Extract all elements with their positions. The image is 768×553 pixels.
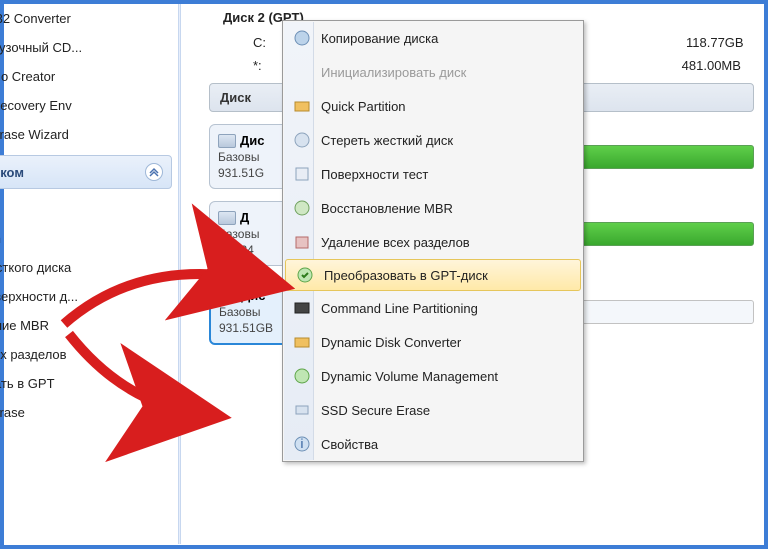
volume-letter: C: [253, 35, 266, 50]
sidebar-item[interactable]: o Go Creator [0, 62, 174, 91]
cm-properties[interactable]: iСвойства [283, 427, 583, 461]
cm-dynamic-disk-converter[interactable]: Dynamic Disk Converter [283, 325, 583, 359]
sidebar-item[interactable]: ка [0, 195, 174, 224]
dynamic-volume-icon [289, 363, 315, 389]
sidebar-section-title: иском [0, 165, 24, 180]
cm-erase-disk[interactable]: Стереть жесткий диск [283, 123, 583, 157]
disk-icon [219, 289, 237, 303]
sidebar-item[interactable]: AT32 Converter [0, 4, 174, 33]
cm-quick-partition[interactable]: Quick Partition [283, 89, 583, 123]
cm-command-line[interactable]: Command Line Partitioning [283, 291, 583, 325]
dynamic-disk-icon [289, 329, 315, 355]
sidebar-item[interactable]: поверхности д... [0, 282, 174, 311]
disk-name: Д [240, 210, 249, 225]
disk-name: Дис [240, 133, 264, 148]
cm-delete-all-partitions[interactable]: Удаление всех разделов [283, 225, 583, 259]
volume-size: 118.77GB [686, 35, 744, 50]
copy-disk-icon [289, 25, 315, 51]
sidebar-item[interactable]: агрузочный CD... [0, 33, 174, 62]
erase-disk-icon [289, 127, 315, 153]
cm-surface-test[interactable]: Поверхности тест [283, 157, 583, 191]
cli-icon [289, 295, 315, 321]
svg-text:i: i [301, 436, 304, 451]
cm-convert-to-gpt[interactable]: Преобразовать в GPT-диск [285, 259, 581, 291]
vertical-separator[interactable] [178, 4, 181, 544]
app-frame: AT32 Converter агрузочный CD... o Go Cre… [0, 0, 768, 549]
cm-copy-disk[interactable]: Копирование диска [283, 21, 583, 55]
collapse-icon[interactable] [145, 163, 163, 181]
sidebar-bottom-list: ка tion жесткого диска поверхности д... … [0, 195, 174, 427]
sidebar-item[interactable]: e Erase Wizard [0, 120, 174, 149]
sidebar-item[interactable]: ление MBR [0, 311, 174, 340]
convert-gpt-icon [292, 262, 318, 288]
sidebar-item[interactable]: o Recovery Env [0, 91, 174, 120]
ssd-erase-icon [289, 397, 315, 423]
sidebar-item[interactable]: жесткого диска [0, 253, 174, 282]
cm-restore-mbr[interactable]: Восстановление MBR [283, 191, 583, 225]
properties-icon: i [289, 431, 315, 457]
cm-ssd-erase[interactable]: SSD Secure Erase [283, 393, 583, 427]
sidebar: AT32 Converter агрузочный CD... o Go Cre… [0, 4, 174, 544]
cm-init-disk: Инициализировать диск [283, 55, 583, 89]
sidebar-item[interactable]: e Erase [0, 398, 174, 427]
disk-name: Дис [241, 288, 265, 303]
cm-dynamic-volume[interactable]: Dynamic Volume Management [283, 359, 583, 393]
init-disk-icon [289, 59, 315, 85]
restore-mbr-icon [289, 195, 315, 221]
sidebar-top-list: AT32 Converter агрузочный CD... o Go Cre… [0, 4, 174, 149]
volume-size: 481.00MB [682, 58, 741, 73]
quick-partition-icon [289, 93, 315, 119]
volume-letter: *: [253, 58, 262, 73]
sidebar-section-header[interactable]: иском [0, 155, 172, 189]
surface-test-icon [289, 161, 315, 187]
delete-partitions-icon [289, 229, 315, 255]
sidebar-item[interactable]: овать в GPT [0, 369, 174, 398]
context-menu: Копирование диска Инициализировать диск … [282, 20, 584, 462]
disk-icon [218, 134, 236, 148]
sidebar-item[interactable]: tion [0, 224, 174, 253]
disk-icon [218, 211, 236, 225]
sidebar-item[interactable]: всех разделов [0, 340, 174, 369]
